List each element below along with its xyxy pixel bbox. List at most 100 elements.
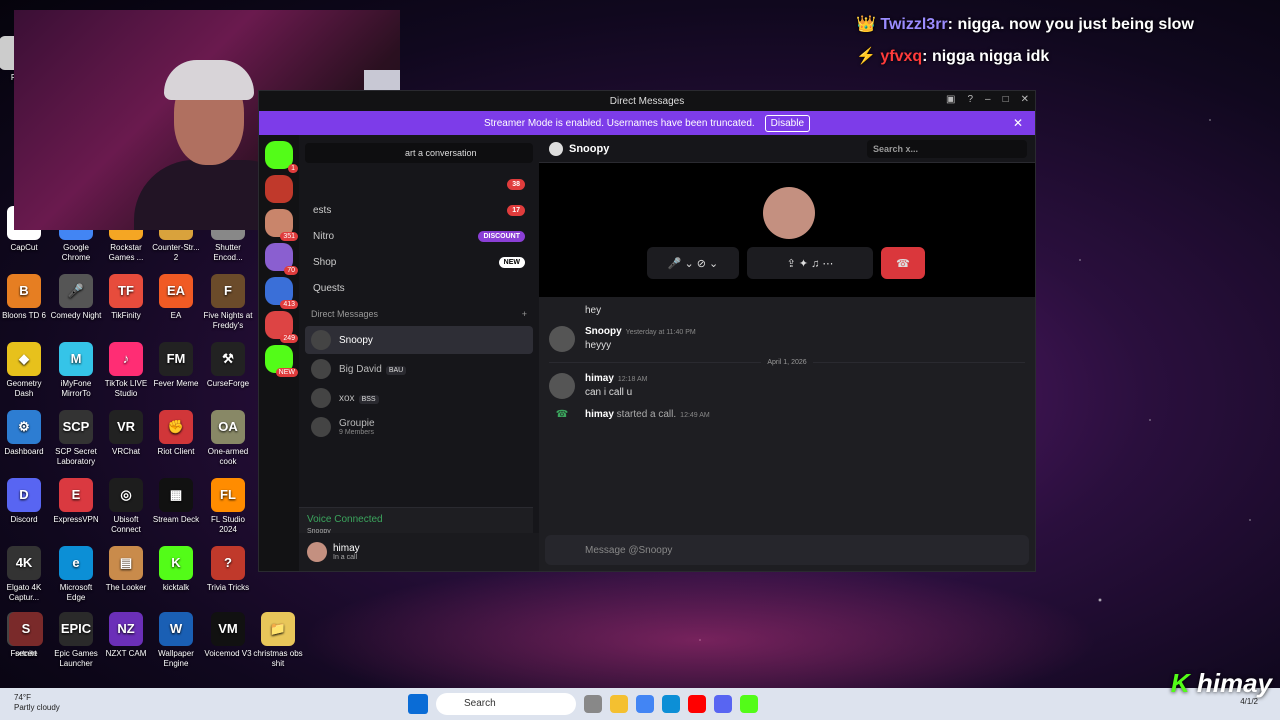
desktop-icon[interactable]: ▤ The Looker: [100, 546, 152, 593]
nav-badge: NEW: [498, 256, 525, 268]
nav-badge: 38: [507, 178, 525, 190]
server-icon[interactable]: NEW: [265, 345, 298, 377]
desktop-icon[interactable]: SCP SCP Secret Laboratory: [50, 410, 102, 467]
nav-badge: 17: [507, 204, 525, 216]
app-icon: SCP: [59, 410, 93, 444]
desktop-icon[interactable]: ? Trivia Tricks: [202, 546, 254, 593]
taskbar-app-icon[interactable]: [636, 695, 654, 713]
channel-header: Snoopy Search x...: [539, 135, 1035, 163]
desktop-icon-label: kicktalk: [162, 583, 190, 592]
avatar[interactable]: [549, 373, 575, 399]
desktop-icon[interactable]: NZ NZXT CAM: [100, 612, 152, 659]
desktop-icon[interactable]: F Five Nights at Freddy's: [202, 274, 254, 331]
desktop-icon[interactable]: ◎ Ubisoft Connect: [100, 478, 152, 535]
close-button[interactable]: ✕: [1021, 94, 1029, 105]
message: ☎ himay started a call. 12:49 AM: [549, 409, 1025, 435]
desktop-icon-label: Counter-Str... 2: [152, 243, 200, 262]
inbox-icon[interactable]: ▣: [946, 94, 955, 105]
desktop-icon[interactable]: ⚒ CurseForge: [202, 342, 254, 389]
avatar[interactable]: ☎: [549, 409, 575, 435]
desktop-icon[interactable]: ✊ Riot Client: [150, 410, 202, 457]
chat-area: Snoopy Search x... 🎤 ⌄ ⊘ ⌄ ⇪ ✦ ♫ ⋯ ☎ hey…: [539, 135, 1035, 571]
server-icon[interactable]: [265, 175, 293, 203]
taskbar: 74°F Partly cloudy Search 4/1/2: [0, 688, 1280, 720]
desktop-icon[interactable]: 🎤 Comedy Night: [50, 274, 102, 321]
mute-button[interactable]: 🎤 ⌄ ⊘ ⌄: [647, 247, 739, 279]
sidebar-nav-item[interactable]: 38: [299, 171, 539, 197]
desktop-icon[interactable]: MiMyFone MirrorTo: [50, 342, 102, 399]
desktop-icon[interactable]: D Discord: [0, 478, 50, 525]
taskbar-search[interactable]: Search: [436, 693, 576, 715]
desktop-icon-label: Riot Client: [157, 447, 195, 456]
server-icon[interactable]: 249: [265, 311, 298, 343]
dm-avatar: [549, 141, 563, 156]
dm-item[interactable]: Big David BAU: [305, 355, 533, 383]
desktop-icon[interactable]: OA One-armed cook: [202, 410, 254, 467]
sidebar-nav-item[interactable]: Shop NEW: [299, 249, 539, 275]
dm-item[interactable]: xox BSS: [305, 384, 533, 412]
desktop-icon[interactable]: B Bloons TD 6: [0, 274, 50, 321]
desktop-icon[interactable]: TF TikFinity: [100, 274, 152, 321]
start-button[interactable]: [408, 694, 428, 714]
desktop-icon-label: TikTok LIVE Studio: [104, 379, 148, 398]
server-badge: NEW: [275, 368, 298, 377]
desktop-icon[interactable]: ◆ Geometry Dash: [0, 342, 50, 399]
call-actions[interactable]: ⇪ ✦ ♫ ⋯: [747, 247, 873, 279]
sidebar-nav-item[interactable]: ests 17: [299, 197, 539, 223]
add-dm-button[interactable]: +: [522, 309, 527, 325]
desktop-icon[interactable]: EA EA: [150, 274, 202, 321]
server-badge: 351: [280, 232, 298, 241]
desktop-icon[interactable]: E ExpressVPN: [50, 478, 102, 525]
find-conversation-input[interactable]: art a conversation: [305, 143, 533, 163]
desktop-icon[interactable]: W Wallpaper Engine: [150, 612, 202, 669]
taskbar-app-icon[interactable]: [688, 695, 706, 713]
app-icon: F: [211, 274, 245, 308]
desktop-icon[interactable]: ♪ TikTok LIVE Studio: [100, 342, 152, 399]
close-banner-icon[interactable]: ✕: [1013, 116, 1023, 130]
server-icon[interactable]: 70: [265, 243, 298, 275]
taskbar-app-icon[interactable]: [740, 695, 758, 713]
desktop-icon[interactable]: VM Voicemod V3: [202, 612, 254, 659]
minimize-button[interactable]: –: [985, 94, 991, 105]
sidebar-nav-item[interactable]: Quests: [299, 275, 539, 301]
dm-item[interactable]: Groupie 9 Members: [305, 413, 533, 441]
desktop-icon-label: NZXT CAM: [105, 649, 147, 658]
taskbar-app-icon[interactable]: [584, 695, 602, 713]
help-icon[interactable]: ?: [967, 94, 973, 105]
taskbar-app-icon[interactable]: [610, 695, 628, 713]
desktop-icon[interactable]: Ssecert: [0, 612, 52, 659]
sidebar-nav-item[interactable]: Nitro DISCOUNT: [299, 223, 539, 249]
weather-widget[interactable]: 74°F Partly cloudy: [14, 693, 60, 713]
call-panel: 🎤 ⌄ ⊘ ⌄ ⇪ ✦ ♫ ⋯ ☎: [539, 163, 1035, 297]
avatar[interactable]: [307, 542, 327, 562]
disable-button[interactable]: Disable: [764, 114, 811, 132]
desktop-icon[interactable]: FM Fever Meme: [150, 342, 202, 389]
desktop-icon[interactable]: ▦ Stream Deck: [150, 478, 202, 525]
end-call-button[interactable]: ☎: [881, 247, 925, 279]
app-icon: ✊: [159, 410, 193, 444]
desktop-icon[interactable]: Kkicktalk: [150, 546, 202, 593]
taskbar-app-icon[interactable]: [714, 695, 732, 713]
desktop-icon[interactable]: 📁 christmas obs shit: [252, 612, 304, 669]
desktop-icon[interactable]: ⚙ Dashboard: [0, 410, 50, 457]
desktop-icon[interactable]: 4K Elgato 4K Captur...: [0, 546, 50, 603]
server-icon[interactable]: 1: [265, 141, 298, 173]
app-icon: ◆: [7, 342, 41, 376]
message-input[interactable]: Message @Snoopy: [545, 535, 1029, 565]
app-icon: ▦: [159, 478, 193, 512]
server-icon[interactable]: 413: [265, 277, 298, 309]
app-icon: e: [59, 546, 93, 580]
dm-item[interactable]: Snoopy: [305, 326, 533, 354]
server-badge: 70: [284, 266, 298, 275]
maximize-button[interactable]: □: [1003, 94, 1009, 105]
desktop-icon[interactable]: VR VRChat: [100, 410, 152, 457]
desktop-icon[interactable]: EPIC Epic Games Launcher: [50, 612, 102, 669]
search-input[interactable]: Search x...: [867, 140, 1027, 158]
desktop-icon[interactable]: e Microsoft Edge: [50, 546, 102, 603]
stream-brand: K himay: [1170, 668, 1272, 698]
desktop-icon[interactable]: FL FL Studio 2024: [202, 478, 254, 535]
avatar[interactable]: [549, 326, 575, 352]
app-icon: EA: [159, 274, 193, 308]
taskbar-app-icon[interactable]: [662, 695, 680, 713]
server-icon[interactable]: 351: [265, 209, 298, 241]
